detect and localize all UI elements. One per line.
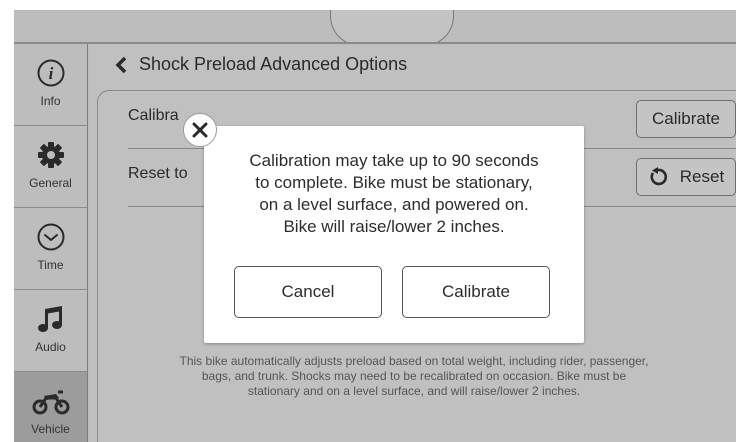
motorcycle-icon bbox=[31, 384, 71, 418]
dialog-message-line: Bike will raise/lower 2 inches. bbox=[283, 217, 505, 236]
sidebar-item-audio[interactable]: Audio bbox=[14, 290, 87, 372]
sidebar-item-label: Info bbox=[40, 94, 61, 108]
calibrate-row-label: Calibra bbox=[128, 107, 179, 124]
sidebar-item-general[interactable]: General bbox=[14, 126, 87, 208]
top-bar bbox=[14, 10, 736, 46]
dialog-message-line: to complete. Bike must be stationary, bbox=[255, 173, 533, 192]
calibrate-button[interactable]: Calibrate bbox=[636, 100, 736, 138]
music-note-icon bbox=[31, 302, 71, 336]
close-icon[interactable] bbox=[183, 113, 217, 147]
sidebar-item-label: Audio bbox=[35, 340, 66, 354]
reset-button-label: Reset bbox=[679, 167, 725, 186]
top-pull-tab[interactable] bbox=[330, 10, 454, 46]
page-title: Shock Preload Advanced Options bbox=[139, 54, 408, 74]
undo-arrow-icon bbox=[650, 167, 667, 186]
dialog-message: Calibration may take up to 90 seconds to… bbox=[224, 150, 564, 238]
gear-icon bbox=[31, 138, 71, 172]
confirm-calibrate-button[interactable]: Calibrate bbox=[402, 266, 550, 318]
svg-text:i: i bbox=[48, 64, 53, 83]
sidebar-item-label: Vehicle bbox=[31, 422, 70, 436]
reset-button[interactable]: Reset bbox=[636, 158, 736, 196]
dialog-message-line: Calibration may take up to 90 seconds bbox=[249, 151, 539, 170]
page-header: Shock Preload Advanced Options bbox=[89, 44, 736, 88]
reset-row-label: Reset to bbox=[128, 165, 188, 182]
sidebar-item-label: General bbox=[29, 176, 72, 190]
sidebar-item-vehicle[interactable]: Vehicle bbox=[14, 372, 87, 442]
sidebar: i Info General Time Audio Vehicle bbox=[14, 44, 88, 442]
sidebar-item-label: Time bbox=[37, 258, 64, 272]
sidebar-item-time[interactable]: Time bbox=[14, 208, 87, 290]
chevron-left-icon[interactable] bbox=[113, 56, 131, 74]
dialog-message-line: on a level surface, and powered on. bbox=[259, 195, 529, 214]
info-icon: i bbox=[31, 56, 71, 90]
calibration-dialog: Calibration may take up to 90 seconds to… bbox=[204, 126, 584, 343]
sidebar-item-info[interactable]: i Info bbox=[14, 44, 87, 126]
clock-icon bbox=[31, 220, 71, 254]
cancel-button[interactable]: Cancel bbox=[234, 266, 382, 318]
description-text: This bike automatically adjusts preload … bbox=[179, 354, 649, 398]
